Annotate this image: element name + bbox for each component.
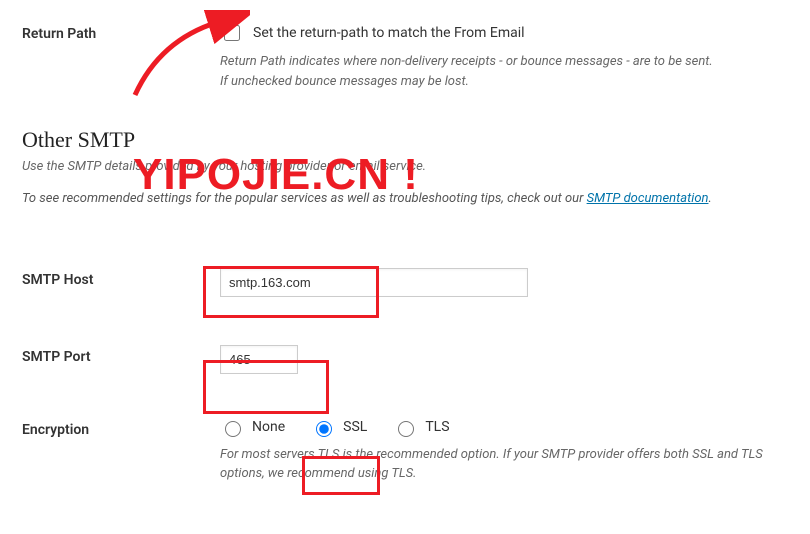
encryption-desc: For most servers TLS is the recommended … [220,445,788,484]
encryption-ssl-label: SSL [343,419,367,435]
encryption-label: Encryption [22,418,220,438]
return-path-desc-1: Return Path indicates where non-delivery… [220,54,713,69]
smtp-host-label: SMTP Host [22,268,220,288]
smtp-port-label: SMTP Port [22,345,220,365]
doc-link-prefix: To see recommended settings for the popu… [22,191,587,206]
smtp-documentation-link[interactable]: SMTP documentation [587,191,709,206]
encryption-tls-radio[interactable] [398,421,414,437]
return-path-desc-2: If unchecked bounce messages may be lost… [220,74,469,89]
other-smtp-subdesc: Use the SMTP details provided by your ho… [22,157,788,177]
other-smtp-heading: Other SMTP [22,127,788,153]
return-path-checkbox[interactable] [224,25,240,41]
return-path-checkbox-label: Set the return-path to match the From Em… [253,25,525,41]
smtp-host-input[interactable] [220,268,528,297]
encryption-ssl-radio[interactable] [316,421,332,437]
smtp-port-input[interactable] [220,345,298,374]
encryption-tls-label: TLS [425,419,449,435]
encryption-none-radio[interactable] [225,421,241,437]
doc-link-suffix: . [708,191,711,206]
return-path-label: Return Path [22,22,220,42]
encryption-none-label: None [252,419,285,435]
